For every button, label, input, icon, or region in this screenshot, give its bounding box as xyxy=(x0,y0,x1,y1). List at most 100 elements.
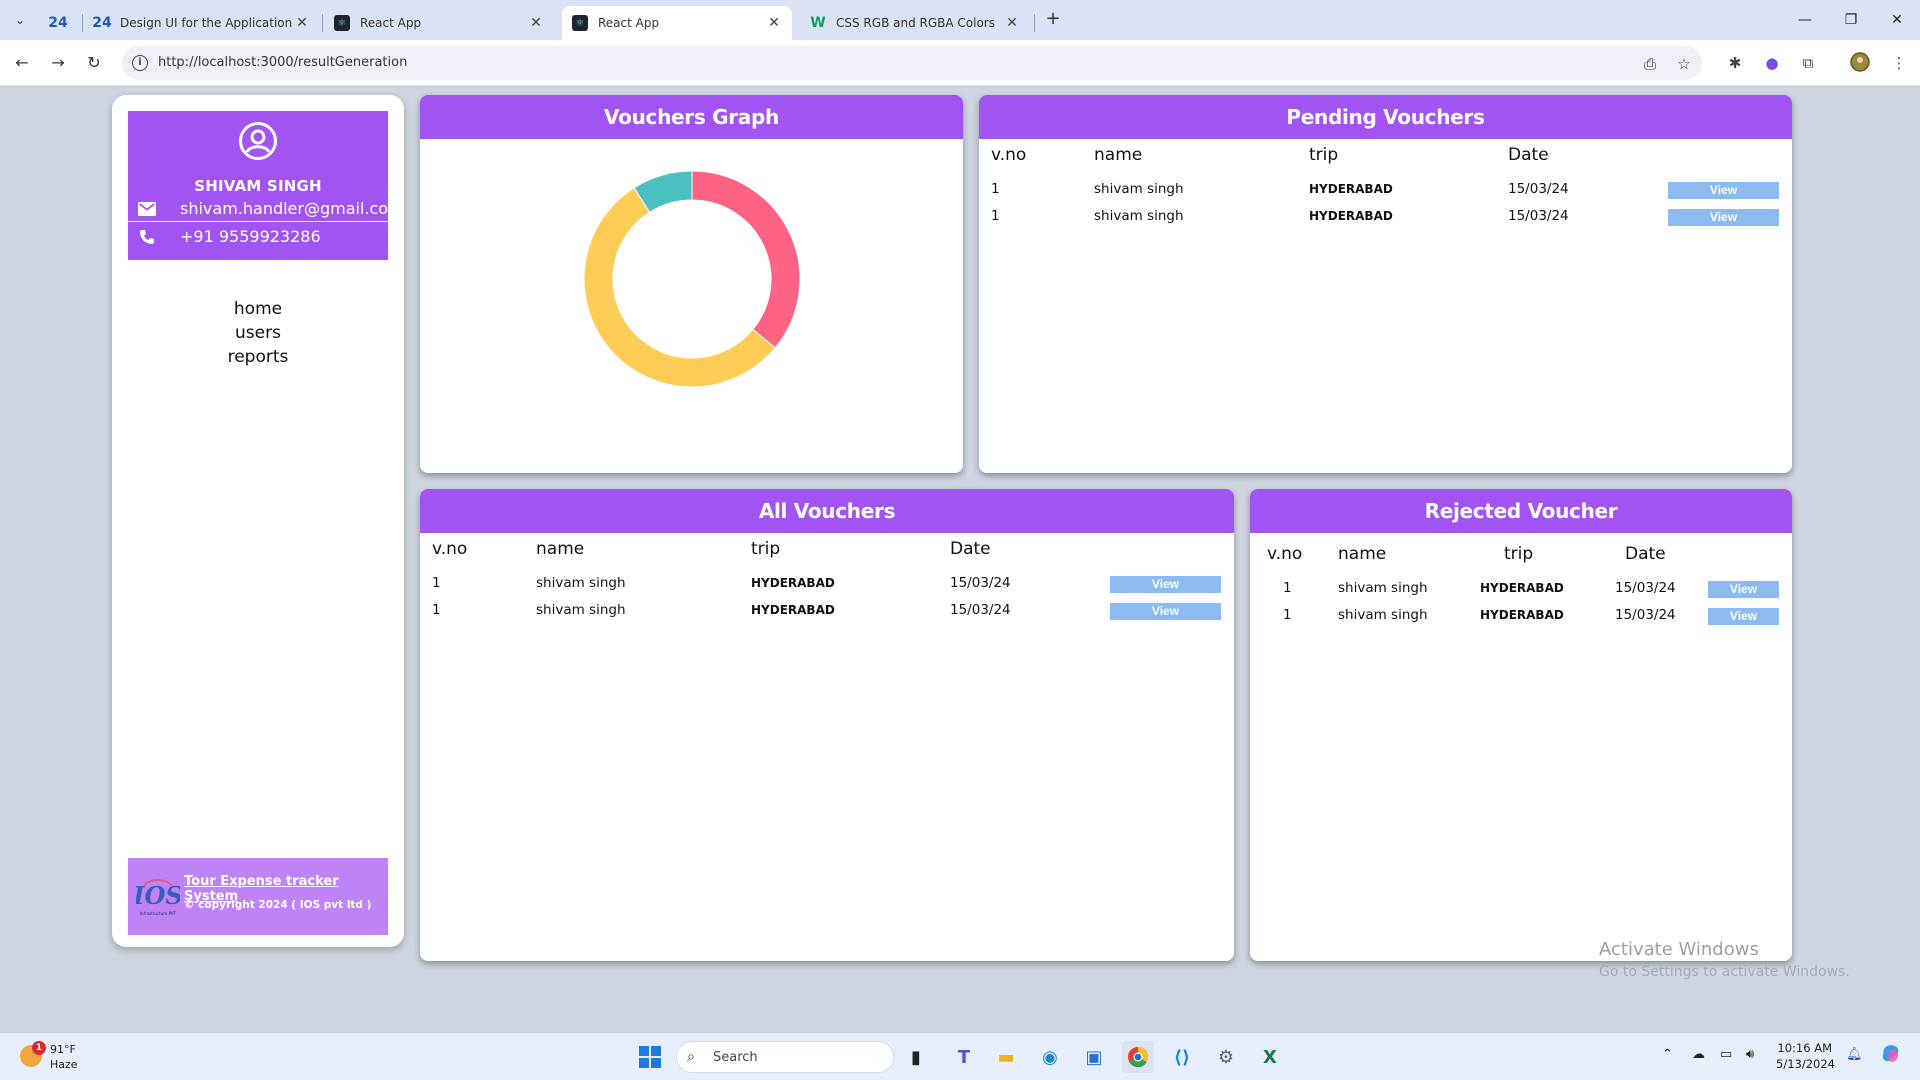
col-trip: trip xyxy=(1309,145,1339,165)
user-phone: +91 9559923286 xyxy=(180,227,321,246)
url-text[interactable]: http://localhost:3000/resultGeneration xyxy=(158,55,407,70)
taskbar-search[interactable]: ⌕ Search xyxy=(676,1041,894,1073)
mail-icon xyxy=(136,200,158,218)
view-button[interactable]: View xyxy=(1668,209,1779,226)
taskbar-clock[interactable]: 10:16 AM 5/13/2024 xyxy=(1776,1040,1835,1072)
profile-avatar-icon[interactable] xyxy=(1849,52,1871,74)
vouchers-graph-card: Vouchers Graph xyxy=(420,95,963,473)
col-date: Date xyxy=(1508,145,1549,165)
view-button[interactable]: View xyxy=(1668,182,1779,199)
col-trip: trip xyxy=(1504,544,1534,564)
tab-search-chevron-icon[interactable]: ⌄ xyxy=(8,8,32,32)
weather-condition: Haze xyxy=(50,1058,78,1071)
site-info-icon[interactable]: i xyxy=(132,55,148,71)
close-window-icon[interactable]: ✕ xyxy=(1874,6,1920,34)
user-email: shivam.handler@gmail.com xyxy=(180,199,404,218)
nav-item-reports[interactable]: reports xyxy=(112,345,404,369)
activate-windows-hint: Go to Settings to activate Windows. xyxy=(1599,964,1850,980)
profile-card: SHIVAM SINGH shivam.handler@gmail.com +9… xyxy=(128,111,404,260)
view-button[interactable]: View xyxy=(1110,576,1221,593)
file-explorer-icon[interactable]: ▬ xyxy=(990,1041,1022,1073)
vouchers-graph-title: Vouchers Graph xyxy=(420,95,963,139)
tab-separator xyxy=(1034,14,1035,32)
tab-1[interactable]: 24 xyxy=(40,6,80,40)
weather-widget[interactable]: 1 91°F Haze xyxy=(16,1041,106,1073)
edge-icon[interactable]: ◉ xyxy=(1034,1041,1066,1073)
weather-badge: 1 xyxy=(32,1041,46,1055)
cell-date: 15/03/24 xyxy=(950,602,1011,618)
tab-close-icon[interactable]: ✕ xyxy=(1004,15,1020,31)
clock-date: 5/13/2024 xyxy=(1776,1057,1835,1071)
install-app-icon[interactable]: ⎙ xyxy=(1640,54,1660,74)
cell-trip: HYDERABAD xyxy=(751,576,835,590)
tab-react-app-active[interactable]: ⚛ React App ✕ xyxy=(562,6,792,40)
view-button[interactable]: View xyxy=(1708,608,1779,625)
store-icon[interactable]: ▣ xyxy=(1078,1041,1110,1073)
restore-icon[interactable]: ❐ xyxy=(1828,6,1874,34)
cell-trip: HYDERABAD xyxy=(1309,182,1393,196)
profile-divider xyxy=(128,221,388,222)
forward-arrow-icon[interactable]: → xyxy=(46,51,70,75)
cell-trip: HYDERABAD xyxy=(751,603,835,617)
tab-favicon-icon: 24 xyxy=(92,15,112,31)
doughnut-slice-0[interactable] xyxy=(691,170,801,349)
reload-icon[interactable]: ↻ xyxy=(82,51,106,75)
tab-close-icon[interactable]: ✕ xyxy=(294,15,310,31)
minimize-icon[interactable]: — xyxy=(1782,6,1828,34)
pending-vouchers-table: v.no name trip Date 1 shivam singh HYDER… xyxy=(979,95,1792,473)
tray-volume-icon[interactable]: 🔊︎ xyxy=(1746,1047,1754,1062)
cell-trip: HYDERABAD xyxy=(1480,581,1564,595)
react-favicon-icon: ⚛ xyxy=(572,15,588,31)
footer-copyright: © copyright 2024 ( IOS pvt ltd ) xyxy=(184,899,372,911)
tab-separator xyxy=(82,14,83,32)
col-name: name xyxy=(1094,145,1143,165)
company-logo: IOS Infrastructure PVT xyxy=(132,874,183,918)
tray-cloud-off-icon[interactable]: ☁ xyxy=(1692,1047,1705,1062)
footer-card: IOS Infrastructure PVT Tour Expense trac… xyxy=(128,858,388,935)
tab-title: Design UI for the Application xyxy=(120,16,293,30)
email-row: shivam.handler@gmail.com xyxy=(136,199,404,218)
col-vno: v.no xyxy=(991,145,1027,165)
extension-drop-icon[interactable]: ● xyxy=(1761,52,1783,74)
extensions-puzzle-icon[interactable]: ⧉ xyxy=(1797,52,1819,74)
vscode-icon[interactable]: ⟨⟩ xyxy=(1166,1041,1198,1073)
task-view-icon[interactable]: ▮ xyxy=(900,1041,932,1073)
notification-bell-icon[interactable]: 🔔︎ xyxy=(1846,1047,1863,1062)
tab-react-app-1[interactable]: ⚛ React App ✕ xyxy=(324,6,554,40)
bookmark-star-icon[interactable]: ☆ xyxy=(1674,54,1694,74)
tray-chevron-up-icon[interactable]: ⌃ xyxy=(1662,1047,1673,1062)
tab-title: CSS RGB and RGBA Colors xyxy=(836,16,995,30)
browser-menu-icon[interactable]: ⋮ xyxy=(1888,52,1910,74)
teams-icon[interactable]: T xyxy=(948,1041,980,1073)
cell-name: shivam singh xyxy=(1094,181,1184,197)
cell-name: shivam singh xyxy=(1094,208,1184,224)
copilot-icon[interactable] xyxy=(1880,1043,1902,1069)
cell-date: 15/03/24 xyxy=(1508,208,1569,224)
tray-network-icon[interactable]: ▭ xyxy=(1720,1047,1732,1062)
excel-icon[interactable]: X xyxy=(1254,1041,1286,1073)
svg-text:Infrastructure PVT: Infrastructure PVT xyxy=(140,911,177,916)
view-button[interactable]: View xyxy=(1110,603,1221,620)
tab-css-colors[interactable]: W CSS RGB and RGBA Colors ✕ xyxy=(800,6,1030,40)
cell-vno: 1 xyxy=(991,181,1000,197)
windows-start-icon[interactable] xyxy=(634,1041,666,1073)
nav-item-home[interactable]: home xyxy=(112,297,404,321)
rejected-voucher-table: v.no name trip Date 1 shivam singh HYDER… xyxy=(1250,489,1792,961)
cell-date: 15/03/24 xyxy=(1508,181,1569,197)
tab-title: React App xyxy=(598,16,660,30)
extension-bug-icon[interactable]: ✱ xyxy=(1724,52,1746,74)
view-button[interactable]: View xyxy=(1708,581,1779,598)
back-arrow-icon[interactable]: ← xyxy=(10,51,34,75)
tab-close-icon[interactable]: ✕ xyxy=(766,15,782,31)
col-trip: trip xyxy=(751,539,781,559)
tab-close-icon[interactable]: ✕ xyxy=(528,15,544,31)
nav-item-users[interactable]: users xyxy=(112,321,404,345)
address-bar[interactable]: i http://localhost:3000/resultGeneration… xyxy=(122,46,1702,80)
browser-tab-bar: ⌄ 24 24 Design UI for the Application ✕ … xyxy=(0,0,1920,40)
new-tab-button[interactable]: + xyxy=(1042,8,1064,30)
chrome-icon[interactable] xyxy=(1122,1041,1154,1073)
settings-gear-icon[interactable]: ⚙ xyxy=(1210,1041,1242,1073)
tab-favicon-icon: 24 xyxy=(48,15,68,31)
all-vouchers-table: v.no name trip Date 1 shivam singh HYDER… xyxy=(420,489,1234,961)
tab-design-ui[interactable]: 24 Design UI for the Application ✕ xyxy=(84,6,320,40)
